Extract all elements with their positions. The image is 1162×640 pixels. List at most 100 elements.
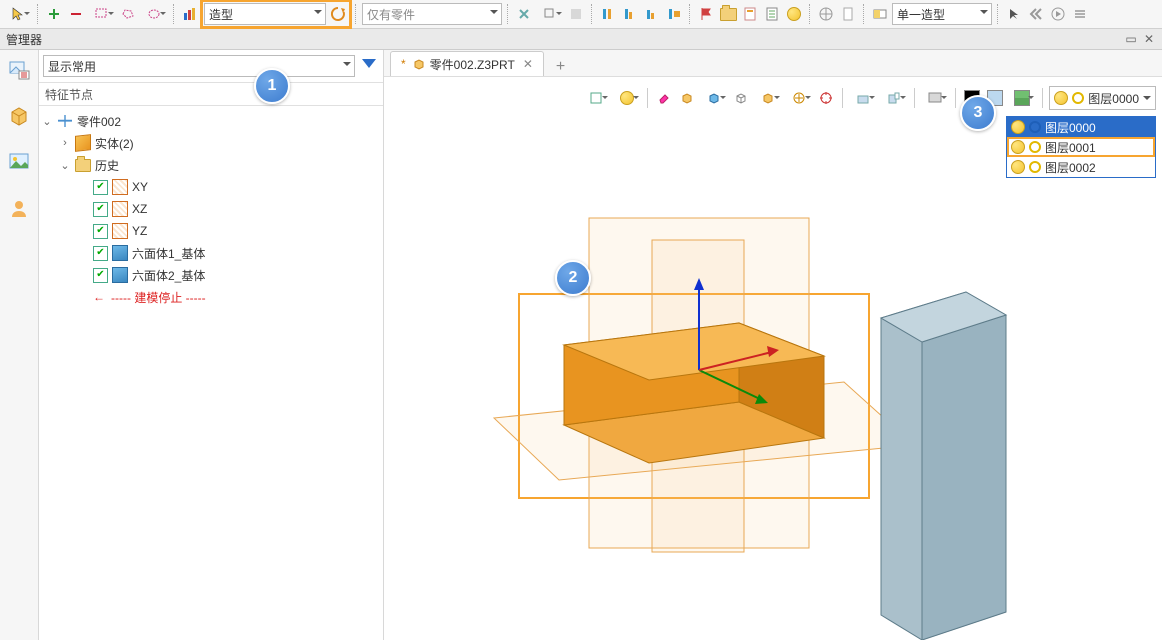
checkbox[interactable]	[93, 268, 108, 283]
rail-image-icon[interactable]	[5, 148, 33, 176]
tree-item[interactable]: ⌄ 历史	[41, 154, 379, 176]
viewport-3d[interactable]: Z	[384, 120, 1162, 640]
checkbox[interactable]	[93, 246, 108, 261]
shape-combo-label: 造型	[209, 6, 233, 23]
align-tool-4[interactable]	[664, 4, 684, 24]
tool-b[interactable]	[536, 4, 564, 24]
tree-item-label: 六面体2_基体	[132, 267, 205, 284]
bulb-tool[interactable]	[784, 4, 804, 24]
layer-option-label: 图层0001	[1045, 139, 1096, 156]
only-parts-combo[interactable]: 仅有零件	[362, 3, 502, 25]
separator	[507, 4, 509, 24]
align-tool-1[interactable]	[598, 4, 618, 24]
cursor-tool[interactable]	[4, 4, 32, 24]
chevron-down-icon	[314, 10, 322, 18]
tree-item[interactable]: › 实体(2)	[41, 132, 379, 154]
vt-box3[interactable]	[754, 88, 782, 108]
checkbox[interactable]	[93, 202, 108, 217]
bulb-icon	[787, 7, 801, 21]
tab-title: 零件002.Z3PRT	[430, 56, 515, 73]
layer-option[interactable]: 图层0002	[1007, 157, 1155, 177]
rewind-tool[interactable]	[1026, 4, 1046, 24]
single-shape-combo[interactable]: 单一造型	[892, 3, 992, 25]
vt-select[interactable]	[582, 88, 610, 108]
align-tool-2[interactable]	[620, 4, 640, 24]
separator	[914, 88, 915, 108]
modeling-stop-marker[interactable]: ← ----- 建模停止 -----	[41, 286, 379, 308]
tree-icon	[57, 113, 73, 129]
tree-item[interactable]: 六面体2_基体	[41, 264, 379, 286]
cursor2-tool[interactable]	[1004, 4, 1024, 24]
vt-bulb[interactable]	[613, 88, 641, 108]
rail-user-icon[interactable]	[5, 194, 33, 222]
rail-tree-icon[interactable]	[5, 56, 33, 84]
layer-option-label: 图层0000	[1045, 119, 1096, 136]
separator	[591, 4, 593, 24]
expander-icon[interactable]: ›	[59, 137, 71, 149]
document-tabbar: * 零件002.Z3PRT ✕ +	[384, 50, 1162, 77]
document-tab[interactable]: * 零件002.Z3PRT ✕	[390, 51, 544, 76]
bulb-icon	[1011, 120, 1025, 134]
tree-item[interactable]: YZ	[41, 220, 379, 242]
menu-tool[interactable]	[1070, 4, 1090, 24]
tree-item[interactable]: XY	[41, 176, 379, 198]
vt-view2[interactable]	[880, 88, 908, 108]
tree-display-combo[interactable]: 显示常用	[43, 55, 355, 77]
tree-item-label: 历史	[95, 157, 119, 174]
chevron-down-icon	[490, 10, 498, 18]
swatch-multi[interactable]	[1008, 88, 1036, 108]
minus-tool[interactable]	[66, 4, 86, 24]
vt-box1[interactable]	[677, 88, 697, 108]
new-tab-button[interactable]: +	[550, 58, 571, 76]
tree-header-label: 特征节点	[45, 86, 93, 103]
panel-float-button[interactable]: ▭	[1124, 32, 1138, 46]
layer-option[interactable]: 图层0001	[1007, 137, 1155, 157]
select-rect-tool[interactable]	[88, 4, 116, 24]
expander-icon[interactable]: ⌄	[41, 115, 53, 128]
doc-tool-1[interactable]	[740, 4, 760, 24]
play-tool[interactable]	[1048, 4, 1068, 24]
select-circle-tool[interactable]	[140, 4, 168, 24]
expander-icon[interactable]: ⌄	[59, 159, 71, 172]
doc-tool-2[interactable]	[762, 4, 782, 24]
tree-filter-button[interactable]	[359, 56, 379, 76]
tab-close-button[interactable]: ✕	[523, 57, 533, 71]
mode-tool[interactable]	[870, 4, 890, 24]
tree-item[interactable]: 六面体1_基体	[41, 242, 379, 264]
sheet-tool[interactable]	[838, 4, 858, 24]
vt-target[interactable]	[816, 88, 836, 108]
panel-close-button[interactable]: ✕	[1142, 32, 1156, 46]
plus-tool[interactable]	[44, 4, 64, 24]
layer-option[interactable]: 图层0000	[1007, 117, 1155, 137]
refresh-shape-button[interactable]	[328, 4, 348, 24]
tree-header: 特征节点	[39, 83, 383, 106]
layer-combo[interactable]: 图层0000	[1049, 86, 1156, 110]
open-folder-tool[interactable]	[718, 4, 738, 24]
bars-tool[interactable]	[180, 4, 200, 24]
vt-view1[interactable]	[849, 88, 877, 108]
align-tool-3[interactable]	[642, 4, 662, 24]
separator	[689, 4, 691, 24]
vt-wire[interactable]	[731, 88, 751, 108]
checkbox[interactable]	[93, 180, 108, 195]
folder-icon	[720, 8, 737, 21]
tree-item[interactable]: XZ	[41, 198, 379, 220]
bulb-icon	[1011, 140, 1025, 154]
plane-icon	[112, 179, 128, 195]
tool-a[interactable]	[514, 4, 534, 24]
annotation-2: 2	[555, 260, 591, 296]
flag-tool[interactable]	[696, 4, 716, 24]
vt-eraser[interactable]	[654, 88, 674, 108]
plane-icon	[112, 223, 128, 239]
vt-compass[interactable]	[785, 88, 813, 108]
globe-tool[interactable]	[816, 4, 836, 24]
select-poly-tool[interactable]	[118, 4, 138, 24]
vt-box2[interactable]	[700, 88, 728, 108]
rail-cube-icon[interactable]	[5, 102, 33, 130]
tree-root[interactable]: ⌄ 零件002	[41, 110, 379, 132]
checkbox[interactable]	[93, 224, 108, 239]
shape-combo[interactable]: 造型	[204, 3, 326, 25]
vt-screen[interactable]	[921, 88, 949, 108]
body: 显示常用 特征节点 ⌄ 零件002 › 实体(2) ⌄ 历史	[0, 50, 1162, 640]
tool-c[interactable]	[566, 4, 586, 24]
